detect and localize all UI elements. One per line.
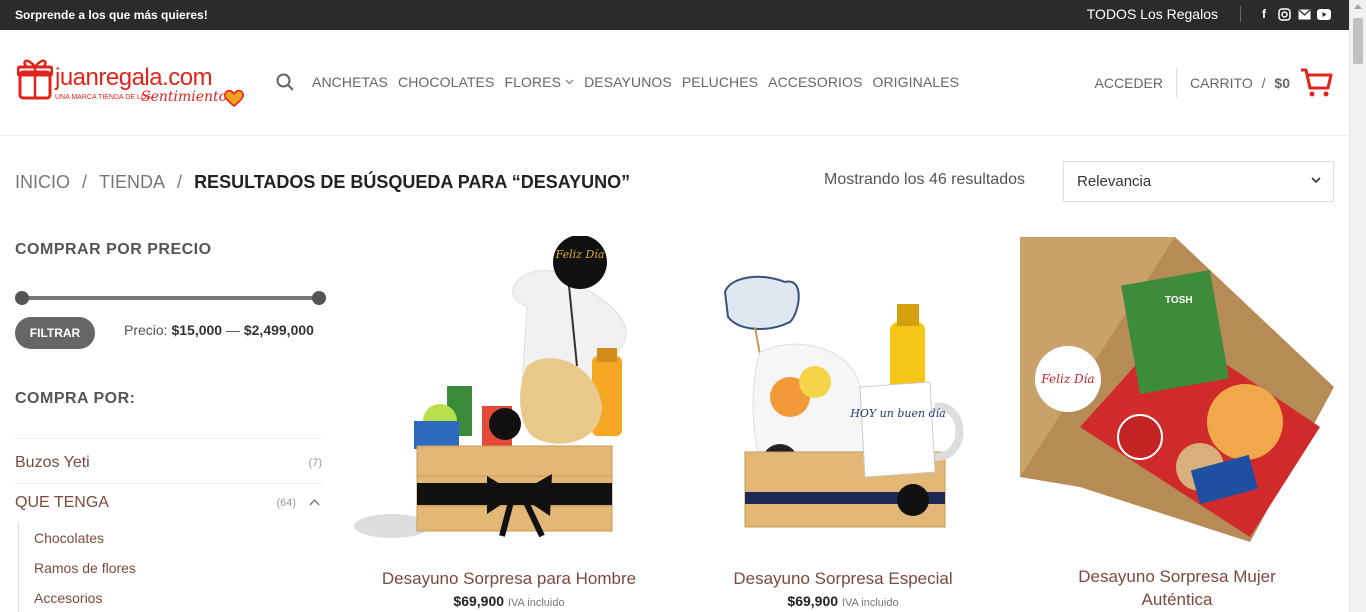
nav-item-chocolates[interactable]: CHOCOLATES [398,74,494,90]
category-count: (7) [308,457,322,469]
pack-text: TOSH [1165,295,1193,306]
sticker-text: Feliz Día [555,248,605,261]
youtube-icon[interactable] [1317,7,1331,21]
product-price-1: $69,900 IVA incluido [352,593,666,609]
mug-text: HOY un buen día [849,407,945,420]
breadcrumb-home[interactable]: INICIO [15,172,70,193]
cart-link[interactable]: CARRITO / $0 [1190,75,1290,91]
breadcrumb-separator: / [82,172,88,192]
nav-item-flores[interactable]: FLORES [504,74,574,90]
cart-label: CARRITO [1190,75,1253,91]
shopping-cart-icon[interactable] [1300,68,1333,98]
results-count: Mostrando los 46 resultados [824,171,1025,188]
search-icon[interactable] [276,73,294,91]
divider [15,438,322,439]
product-image-desayuno-hombre[interactable]: Feliz Día [352,236,652,548]
product-title-line: Desayuno Sorpresa Mujer [1078,567,1276,586]
nav-item-desayunos[interactable]: DESAYUNOS [584,74,672,90]
divider [1176,68,1177,98]
gift-logo-icon [17,59,53,100]
top-bar-right: TODOS Los Regalos f [1087,6,1331,22]
all-gifts-link[interactable]: TODOS Los Regalos [1087,6,1218,22]
product-image-desayuno-especial[interactable]: HOY un buen día [720,272,972,540]
header-account-area: ACCEDER CARRITO / $0 [1095,68,1333,98]
site-header: juanregala.com UNA MARCA TIENDA DE LOS S… [0,30,1349,136]
product-image-desayuno-mujer[interactable]: Feliz Día TOSH [1020,237,1334,545]
subcategory-ramos-de-flores[interactable]: Ramos de flores [34,560,136,576]
top-bar: Sorprende a los que más quieres! TODOS L… [0,0,1349,30]
site-logo[interactable]: juanregala.com UNA MARCA TIENDA DE LOS S… [17,58,247,110]
social-icons: f [1257,7,1331,21]
price-slider-max-handle[interactable] [312,291,326,305]
main-nav: ANCHETAS CHOCOLATES FLORES DESAYUNOS PEL… [276,73,959,91]
breadcrumb: INICIO / TIENDA / RESULTADOS DE BÚSQUEDA… [15,172,630,193]
category-label: Buzos Yeti [15,454,90,471]
scroll-up-icon[interactable] [1354,4,1362,9]
product-title-2[interactable]: Desayuno Sorpresa Especial [686,569,1000,589]
facebook-icon[interactable]: f [1257,7,1271,21]
price-min: $15,000 [171,322,223,338]
logo-tagline: UNA MARCA TIENDA DE LOS [55,94,151,101]
page-scrollbar[interactable] [1349,0,1366,612]
nav-item-peluches[interactable]: PELUCHES [682,74,758,90]
breadcrumb-separator: / [177,172,183,192]
heart-icon [223,89,245,107]
category-buzos-yeti[interactable]: Buzos Yeti (7) [15,454,322,472]
divider [1240,6,1241,22]
category-label: QUE TENGA [15,494,109,511]
price-range-text: Precio: $15,000 — $2,499,000 [124,322,314,338]
filter-button[interactable]: FILTRAR [15,317,95,349]
email-icon[interactable] [1297,7,1311,21]
login-link[interactable]: ACCEDER [1095,75,1163,91]
price-max: $2,499,000 [243,322,314,338]
breadcrumb-shop[interactable]: TIENDA [99,172,165,193]
scrollbar-thumb[interactable] [1353,18,1363,64]
subcategory-guide-line [18,522,19,612]
cart-separator: / [1261,75,1266,91]
sticker-text: Feliz Día [1040,372,1094,386]
cart-total: $0 [1274,75,1290,91]
nav-item-anchetas[interactable]: ANCHETAS [312,74,388,90]
subcategory-accesorios[interactable]: Accesorios [34,590,102,606]
logo-text: juanregala.com [55,64,213,91]
price-slider[interactable] [15,291,326,305]
divider [15,483,322,484]
product-price-value: $69,900 [787,593,839,609]
price-filter-title: COMPRAR POR PRECIO [15,241,212,258]
nav-item-accesorios[interactable]: ACCESORIOS [768,74,862,90]
product-title-line: Auténtica [1141,590,1213,609]
product-title-3[interactable]: Desayuno Sorpresa Mujer Auténtica [1020,567,1334,610]
nav-item-flores-label: FLORES [504,74,562,90]
price-dash: — [225,322,240,338]
product-tax-label: IVA incluido [841,597,899,609]
nav-item-originales[interactable]: ORIGINALES [872,74,959,90]
logo-tagline-script: Sentimientos [141,89,235,105]
category-que-tenga[interactable]: QUE TENGA (64) [15,494,322,512]
chevron-down-icon [565,79,574,85]
product-title-1[interactable]: Desayuno Sorpresa para Hombre [352,569,666,589]
product-tax-label: IVA incluido [507,597,565,609]
sort-select[interactable]: Relevancia [1063,161,1334,202]
shop-by-title: COMPRA POR: [15,390,136,407]
price-label: Precio: [124,322,168,338]
promo-text: Sorprende a los que más quieres! [15,8,208,22]
category-count: (64) [276,497,296,509]
breadcrumb-current: RESULTADOS DE BÚSQUEDA PARA “DESAYUNO” [194,172,631,192]
chevron-up-icon[interactable] [309,498,320,506]
chevron-down-icon [1311,177,1321,184]
subcategory-chocolates[interactable]: Chocolates [34,530,104,546]
instagram-icon[interactable] [1277,7,1291,21]
price-slider-min-handle[interactable] [15,291,29,305]
product-price-2: $69,900 IVA incluido [686,593,1000,609]
sort-selected-value: Relevancia [1077,173,1152,190]
product-price-value: $69,900 [453,593,505,609]
